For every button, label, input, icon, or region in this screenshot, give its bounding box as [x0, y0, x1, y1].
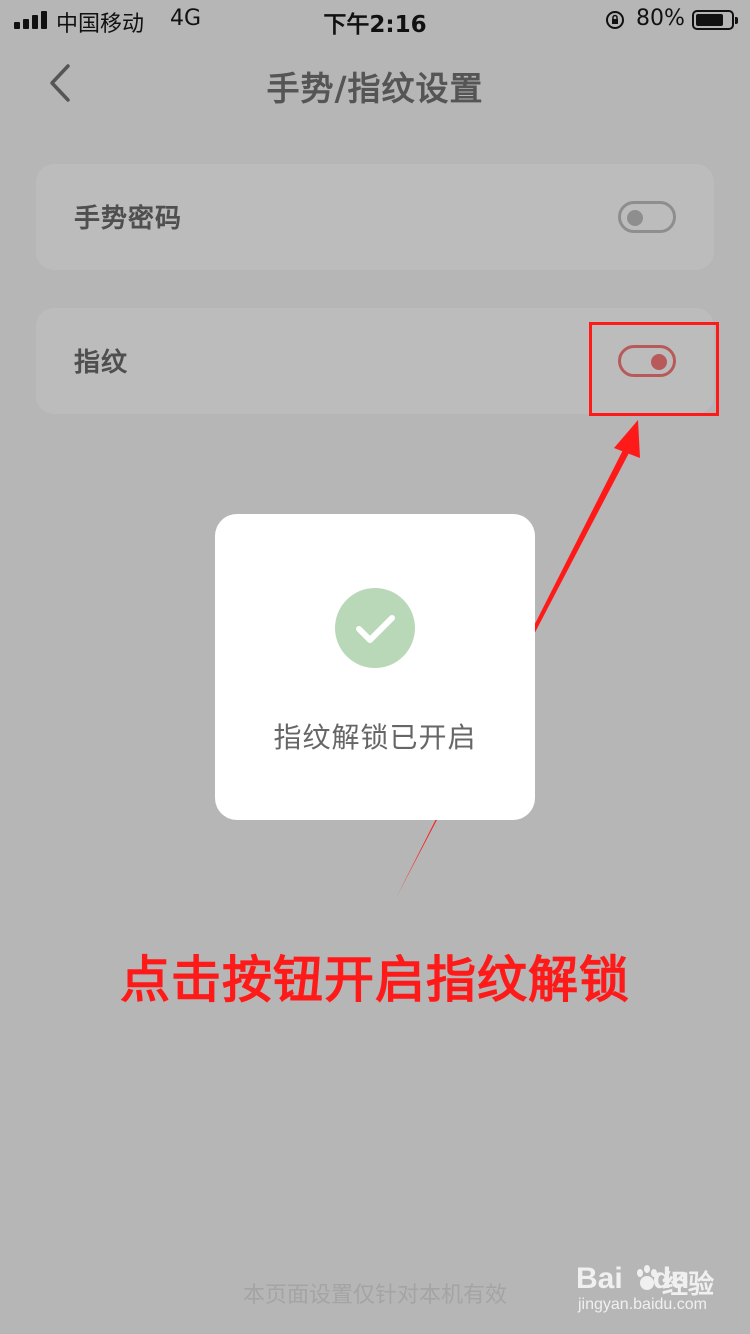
check-circle-icon	[335, 588, 415, 668]
success-toast: 指纹解锁已开启	[215, 514, 535, 820]
paw-icon	[637, 1265, 657, 1290]
watermark-url: jingyan.baidu.com	[578, 1296, 707, 1313]
baidu-jingyan-watermark: Bai du 经验 jingyan.baidu.com	[576, 1262, 736, 1322]
toast-message: 指纹解锁已开启	[273, 721, 477, 754]
annotation-caption: 点击按钮开启指纹解锁	[120, 951, 630, 1009]
